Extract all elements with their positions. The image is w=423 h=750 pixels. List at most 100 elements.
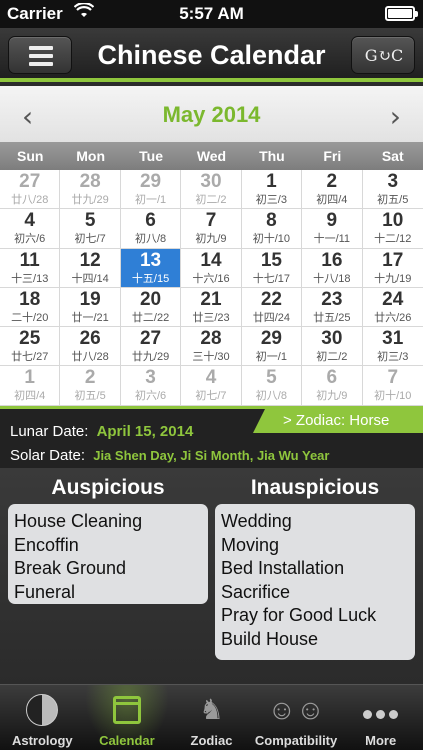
calendar-day[interactable]: 18 二十/20 bbox=[0, 287, 61, 327]
solar-day-number: 23 bbox=[321, 288, 343, 310]
nav-bar: Chinese Calendar G↻C bbox=[0, 28, 423, 82]
lunar-day-label: 廿五/25 bbox=[313, 311, 351, 324]
lunar-day-label: 十六/16 bbox=[192, 272, 230, 285]
calendar-day[interactable]: 30 初二/2 bbox=[302, 327, 363, 366]
calendar-day[interactable]: 5 初七/7 bbox=[60, 209, 121, 248]
calendar-day[interactable]: 27 廿九/29 bbox=[120, 327, 182, 366]
calendar-day[interactable]: 16 十八/18 bbox=[302, 248, 363, 287]
calendar-day[interactable]: 17 十九/19 bbox=[362, 248, 423, 287]
calendar-day[interactable]: 30 初二/2 bbox=[181, 170, 242, 209]
zodiac-link[interactable]: > Zodiac: Horse bbox=[253, 409, 423, 433]
calendar-day[interactable]: 11 十三/13 bbox=[0, 248, 61, 287]
solar-day-number: 10 bbox=[382, 210, 404, 232]
inauspicious-list: Wedding Moving Bed Installation Sacrific… bbox=[215, 504, 415, 660]
solar-date-label: Solar Date: bbox=[10, 447, 86, 464]
calendar-day[interactable]: 22 廿四/24 bbox=[241, 287, 303, 327]
activities-panel: Auspicious House Cleaning Encoffin Break… bbox=[0, 468, 423, 684]
convert-icon: G↻C bbox=[364, 46, 404, 65]
calendar-day[interactable]: 6 初九/9 bbox=[302, 366, 363, 405]
next-month-button[interactable]: › bbox=[390, 100, 401, 133]
solar-day-number: 27 bbox=[139, 328, 162, 350]
solar-day-number: 2 bbox=[326, 171, 338, 192]
calendar-day[interactable]: 29 初一/1 bbox=[241, 327, 303, 366]
lunar-day-label: 十七/17 bbox=[252, 272, 291, 285]
tab-label: Compatibility bbox=[254, 733, 338, 748]
tab-astrology[interactable]: Astrology bbox=[0, 685, 85, 750]
lunar-day-label: 初二/2 bbox=[316, 351, 348, 364]
calendar-day[interactable]: 10 十二/12 bbox=[362, 209, 423, 248]
list-item: Sacrifice bbox=[221, 581, 291, 602]
calendar-day[interactable]: 25 廿七/27 bbox=[0, 327, 61, 366]
convert-date-button[interactable]: G↻C bbox=[351, 36, 415, 74]
calendar-grid: 27 廿八/28 28 廿九/29 29 初一/1 30 初二/2 1 初三/3 2 初四/4 3 初五/… bbox=[0, 170, 423, 406]
lunar-day-label: 廿三/23 bbox=[192, 311, 230, 324]
calendar-day[interactable]: 27 廿八/28 bbox=[0, 170, 61, 209]
calendar-day[interactable]: 8 初十/10 bbox=[241, 209, 303, 248]
tab-label: Astrology bbox=[11, 733, 73, 748]
calendar-day[interactable]: 6 初八/8 bbox=[120, 209, 182, 248]
lunar-day-label: 廿六/26 bbox=[374, 311, 412, 324]
calendar-day[interactable]: 2 初四/4 bbox=[302, 170, 363, 209]
calendar-day[interactable]: 21 廿三/23 bbox=[181, 287, 242, 327]
menu-button[interactable] bbox=[8, 36, 72, 74]
solar-day-number: 7 bbox=[387, 367, 399, 389]
calendar-day[interactable]: 4 初七/7 bbox=[181, 366, 242, 405]
calendar-day[interactable]: 23 廿五/25 bbox=[302, 287, 363, 327]
calendar-day[interactable]: 28 三十/30 bbox=[181, 327, 242, 366]
lunar-day-label: 十九/19 bbox=[374, 272, 412, 285]
calendar-day[interactable]: 1 初三/3 bbox=[241, 170, 303, 209]
lunar-day-label: 初一/1 bbox=[134, 194, 167, 206]
lunar-day-label: 初四/4 bbox=[316, 194, 348, 206]
solar-day-number: 4 bbox=[205, 367, 217, 389]
tab-label: Calendar bbox=[99, 733, 155, 748]
solar-day-number: 27 bbox=[19, 171, 41, 192]
calendar-day[interactable]: 26 廿八/28 bbox=[60, 327, 121, 366]
calendar-day[interactable]: 3 初六/6 bbox=[120, 366, 182, 405]
solar-day-number: 8 bbox=[266, 210, 277, 232]
calendar-day[interactable]: 5 初八/8 bbox=[241, 366, 303, 405]
lunar-day-label: 廿九/29 bbox=[131, 351, 170, 364]
tab-zodiac[interactable]: ♞ Zodiac bbox=[169, 685, 254, 750]
calendar-day[interactable]: 12 十四/14 bbox=[60, 248, 121, 287]
calendar-day[interactable]: 3 初五/5 bbox=[362, 170, 423, 209]
weekday-sun: Sun bbox=[16, 148, 44, 164]
calendar-week-row: 4 初六/6 5 初七/7 6 初八/8 7 初九/9 8 初十/10 9 十一/11 10 十二/12 bbox=[0, 209, 423, 249]
calendar-day[interactable]: 1 初四/4 bbox=[0, 366, 61, 405]
tab-more[interactable]: More bbox=[338, 685, 423, 750]
calendar-day[interactable]: 4 初六/6 bbox=[0, 209, 61, 248]
weekday-wed: Wed bbox=[196, 148, 227, 164]
calendar-day[interactable]: 24 廿六/26 bbox=[362, 287, 423, 327]
tab-bar: Astrology Calendar ♞ Zodiac ☺☺ Compatibi… bbox=[0, 684, 423, 750]
calendar-day[interactable]: 31 初三/3 bbox=[362, 327, 423, 366]
solar-day-number: 5 bbox=[84, 210, 96, 232]
calendar-day[interactable]: 2 初五/5 bbox=[60, 366, 121, 405]
lunar-day-label: 初十/10 bbox=[374, 390, 412, 403]
lunar-day-label: 廿四/24 bbox=[252, 311, 291, 324]
calendar-day[interactable]: 20 廿二/22 bbox=[120, 287, 182, 327]
battery-icon bbox=[385, 6, 418, 21]
calendar-day[interactable]: 14 十六/16 bbox=[181, 248, 242, 287]
calendar-day[interactable]: 7 初九/9 bbox=[181, 209, 242, 248]
calendar-day[interactable]: 9 十一/11 bbox=[302, 209, 363, 248]
calendar-day[interactable]: 15 十七/17 bbox=[241, 248, 303, 287]
calendar-day[interactable]: 29 初一/1 bbox=[120, 170, 182, 209]
calendar-week-row: 11 十三/13 12 十四/14 13 十五/15 14 十六/16 15 十七/17 16 十八/… bbox=[0, 248, 423, 288]
lunar-day-label: 初八/8 bbox=[134, 233, 167, 246]
list-item: Build House bbox=[221, 628, 319, 649]
solar-day-number: 24 bbox=[382, 288, 404, 310]
solar-day-number: 29 bbox=[260, 328, 282, 350]
tab-compatibility[interactable]: ☺☺ Compatibility bbox=[254, 685, 339, 750]
tab-calendar[interactable]: Calendar bbox=[84, 685, 170, 750]
calendar-day[interactable]: 7 初十/10 bbox=[362, 366, 423, 405]
lunar-day-label: 廿二/22 bbox=[131, 311, 170, 324]
solar-day-number: 20 bbox=[139, 288, 162, 310]
lunar-day-label: 初二/2 bbox=[195, 194, 227, 206]
lunar-day-label: 初三/3 bbox=[377, 351, 409, 364]
lunar-day-label: 初九/9 bbox=[316, 390, 348, 403]
calendar-day-selected[interactable]: 13 十五/15 bbox=[120, 248, 182, 287]
lunar-day-label: 初四/4 bbox=[14, 390, 46, 403]
solar-day-number: 3 bbox=[145, 367, 156, 389]
calendar-day[interactable]: 19 廿一/21 bbox=[60, 287, 121, 327]
calendar-day[interactable]: 28 廿九/29 bbox=[60, 170, 121, 209]
list-item: Moving bbox=[221, 534, 280, 555]
